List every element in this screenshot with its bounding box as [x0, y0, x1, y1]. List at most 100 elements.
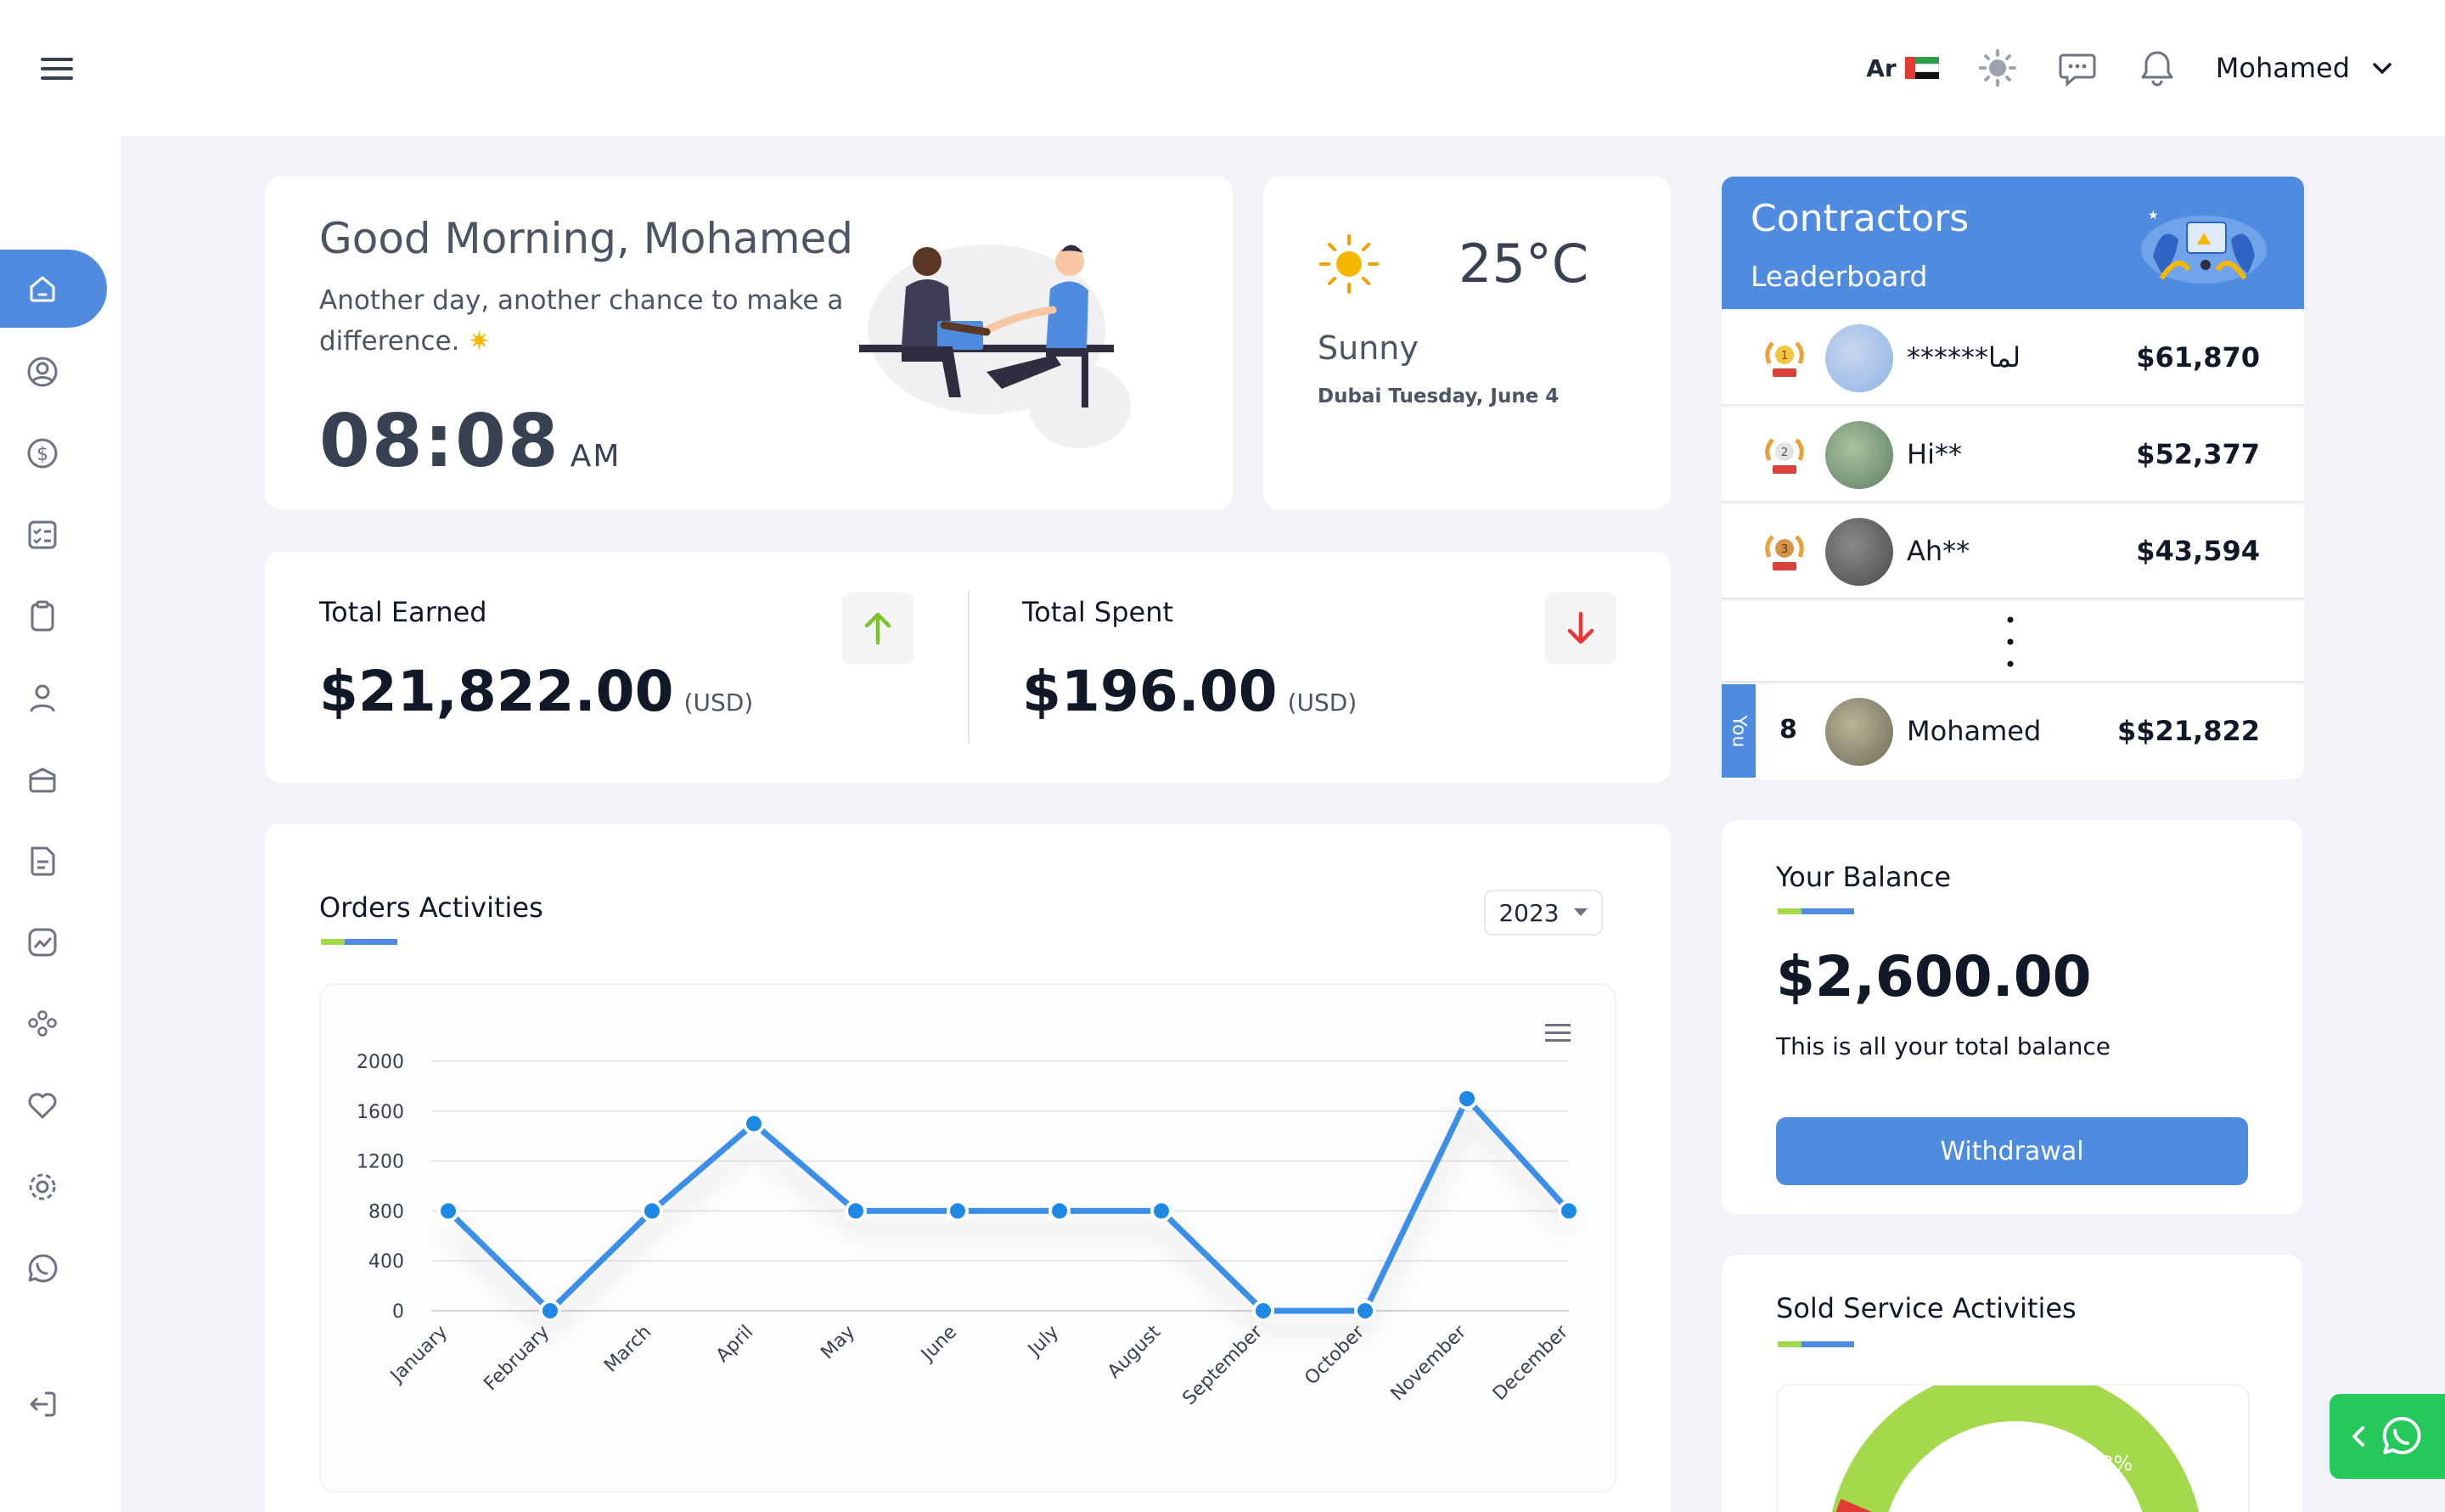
totals-card: Total Earned $21,822.00 (USD) Total Spent…	[265, 552, 1671, 783]
year-select-value: 2023	[1498, 898, 1560, 927]
data-point[interactable]	[1354, 1300, 1376, 1322]
year-select[interactable]: 2023	[1484, 890, 1603, 936]
medal-gold-icon: 1	[1765, 341, 1804, 377]
avatar	[1825, 518, 1893, 586]
weather-condition: Sunny	[1318, 329, 1419, 367]
sidebar-item-settings[interactable]	[0, 1148, 107, 1226]
sidebar-item-favorites[interactable]	[0, 1066, 107, 1144]
data-point[interactable]	[437, 1200, 459, 1223]
svg-text:$: $	[37, 444, 48, 465]
chart-menu-icon[interactable]	[1545, 1024, 1571, 1042]
withdrawal-button[interactable]: Withdrawal	[1776, 1117, 2248, 1185]
theme-toggle-icon[interactable]	[1976, 47, 2019, 89]
you-label: You	[1728, 715, 1750, 747]
sidebar-item-whatsapp[interactable]	[0, 1229, 107, 1307]
sidebar-item-team[interactable]	[0, 985, 107, 1063]
sidebar-item-analytics[interactable]	[0, 903, 107, 981]
chat-icon[interactable]	[2056, 47, 2099, 89]
leaderboard-subtitle: Leaderboard	[1751, 260, 1928, 293]
you-tab: You	[1722, 684, 1756, 778]
y-tick-label: 800	[368, 1201, 404, 1223]
data-point[interactable]	[845, 1200, 867, 1223]
total-earned-label: Total Earned	[319, 596, 487, 628]
heart-icon	[28, 1093, 57, 1119]
team-icon	[28, 1010, 57, 1037]
x-tick-label: July	[1023, 1322, 1063, 1362]
x-tick-label: June	[916, 1322, 961, 1367]
sidebar-item-payments[interactable]: $	[0, 414, 107, 492]
leaderboard-you-row: You 8 Mohamed $$21,822	[1722, 684, 2304, 779]
total-spent-value: $196.00 (USD)	[1022, 659, 1357, 724]
whatsapp-floating-button[interactable]	[2330, 1394, 2445, 1479]
svg-text:1: 1	[1781, 350, 1788, 363]
totals-divider	[968, 591, 970, 744]
sidebar-item-documents[interactable]	[0, 822, 107, 900]
sidebar-item-services[interactable]	[0, 740, 107, 818]
y-tick-label: 400	[368, 1251, 404, 1273]
data-point[interactable]	[641, 1200, 663, 1223]
sidebar-item-tasks[interactable]	[0, 496, 107, 574]
x-tick-label: December	[1489, 1321, 1573, 1405]
sidebar: $	[0, 136, 121, 1512]
sparkle-icon: ✷	[468, 326, 491, 357]
sidebar-item-logout[interactable]	[0, 1365, 107, 1443]
orders-card: Orders Activities 2023 0 400 800 1200 1600 20…	[265, 823, 1671, 1512]
orders-title-underline	[321, 939, 397, 945]
language-label: Ar	[1866, 53, 1897, 82]
vertical-dots-icon	[2007, 616, 2014, 667]
y-tick-label: 1200	[357, 1152, 404, 1173]
caret-down-icon	[1573, 908, 1588, 916]
y-tick-label: 1600	[357, 1102, 404, 1123]
orders-title: Orders Activities	[319, 891, 543, 924]
greeting-subtitle-text: Another day, another chance to make a di…	[319, 285, 844, 357]
you-rank: 8	[1779, 715, 1797, 745]
balance-card: Your Balance $2,600.00 This is all your …	[1722, 820, 2302, 1214]
x-tick-label: April	[712, 1322, 757, 1367]
leaderboard-ellipsis	[1722, 601, 2304, 683]
total-spent-amount: $196.00	[1022, 659, 1278, 724]
top-bar-actions: Ar Mohamed	[1866, 42, 2394, 93]
logout-icon	[30, 1391, 56, 1417]
leaderboard-name: Hi**	[1907, 438, 1962, 470]
weather-temperature: 25°C	[1459, 233, 1589, 295]
svg-text:2: 2	[1781, 447, 1788, 459]
leaderboard-card: Contractors Leaderboard ★ 1 ******لما $6…	[1722, 177, 2304, 779]
sun-icon	[1319, 234, 1379, 294]
language-switch[interactable]: Ar	[1866, 53, 1939, 82]
sidebar-item-home[interactable]	[0, 250, 107, 328]
svg-text:3: 3	[1781, 543, 1788, 556]
menu-toggle-icon[interactable]	[41, 58, 73, 80]
data-point[interactable]	[1150, 1200, 1172, 1223]
user-menu[interactable]: Mohamed	[2216, 52, 2394, 84]
notification-bell-icon[interactable]	[2136, 47, 2178, 89]
data-point[interactable]	[947, 1200, 969, 1223]
weather-location-date: Dubai Tuesday, June 4	[1318, 385, 1560, 408]
user-circle-icon	[27, 357, 58, 387]
data-point[interactable]	[743, 1112, 765, 1135]
balance-note: This is all your total balance	[1776, 1032, 2111, 1060]
data-point[interactable]	[1558, 1200, 1580, 1223]
leaderboard-row: 3 Ah** $43,594	[1722, 504, 2304, 599]
data-point[interactable]	[1252, 1300, 1274, 1322]
clock-ampm: AM	[570, 439, 621, 474]
sidebar-item-account[interactable]	[0, 659, 107, 737]
leaderboard-header: Contractors Leaderboard ★	[1722, 177, 2304, 309]
data-point[interactable]	[1456, 1088, 1478, 1110]
greeting-title: Good Morning, Mohamed	[319, 214, 854, 263]
leaderboard-name: ******لما	[1907, 341, 2021, 374]
top-bar: Ar Mohamed	[0, 0, 2445, 136]
data-point[interactable]	[539, 1300, 561, 1322]
user-icon	[30, 684, 55, 712]
total-spent-label: Total Spent	[1022, 596, 1174, 628]
chevron-down-icon	[2373, 63, 2392, 74]
balance-value: $2,600.00	[1776, 944, 2092, 1009]
leaderboard-amount: $52,377	[2136, 438, 2260, 470]
sold-service-card: Sold Service Activities 77.8%	[1722, 1255, 2302, 1512]
sidebar-item-profile[interactable]	[0, 333, 107, 411]
series-line	[446, 1095, 1571, 1314]
leaderboard-row: 1 ******لما $61,870	[1722, 311, 2304, 406]
user-name: Mohamed	[2215, 52, 2350, 84]
uae-flag-icon	[1904, 57, 1939, 79]
sidebar-item-orders[interactable]	[0, 577, 107, 655]
data-point[interactable]	[1048, 1200, 1071, 1223]
